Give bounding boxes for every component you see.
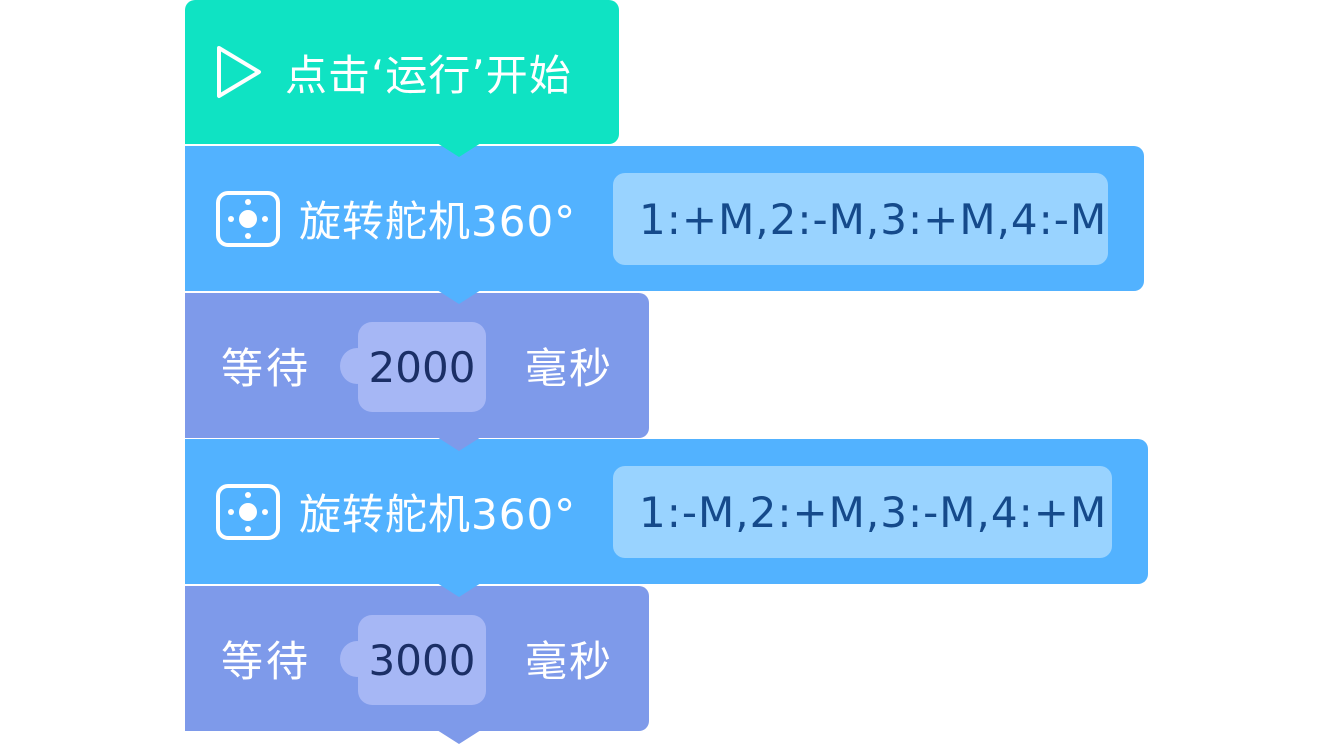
servo-param-field[interactable]: 1:-M,2:+M,3:-M,4:+M [613, 466, 1112, 558]
block-canvas: 点击‘运行’开始 旋转舵机360° 1:+M,2:-M,3:+M,4:-M 等待… [0, 0, 1334, 750]
wait-duration-value: 3000 [368, 635, 476, 685]
wait-block[interactable]: 等待 2000 毫秒 [185, 293, 649, 451]
wait-block[interactable]: 等待 3000 毫秒 [185, 586, 649, 744]
wait-duration-input[interactable]: 3000 [340, 615, 486, 705]
block-connector [437, 290, 481, 304]
start-block-label: 点击‘运行’开始 [285, 50, 572, 100]
block-connector [437, 583, 481, 597]
wait-unit-label: 毫秒 [525, 637, 614, 686]
wait-unit-label: 毫秒 [525, 344, 614, 393]
servo-param-field[interactable]: 1:+M,2:-M,3:+M,4:-M [613, 173, 1108, 265]
wait-block-label: 等待 [221, 637, 312, 686]
start-block[interactable]: 点击‘运行’开始 [185, 0, 619, 157]
servo-block[interactable]: 旋转舵机360° 1:+M,2:-M,3:+M,4:-M [185, 146, 1144, 304]
block-connector [437, 730, 481, 744]
wait-duration-value: 2000 [368, 342, 476, 392]
block-connector [437, 143, 481, 157]
block-connector [437, 437, 481, 451]
wait-block-label: 等待 [221, 344, 312, 393]
play-icon [213, 42, 265, 102]
servo-block-label: 旋转舵机360° [299, 197, 577, 246]
servo-icon [215, 190, 281, 248]
servo-block-label: 旋转舵机360° [299, 490, 577, 539]
servo-icon [215, 483, 281, 541]
wait-duration-input[interactable]: 2000 [340, 322, 486, 412]
servo-block[interactable]: 旋转舵机360° 1:-M,2:+M,3:-M,4:+M [185, 439, 1148, 597]
